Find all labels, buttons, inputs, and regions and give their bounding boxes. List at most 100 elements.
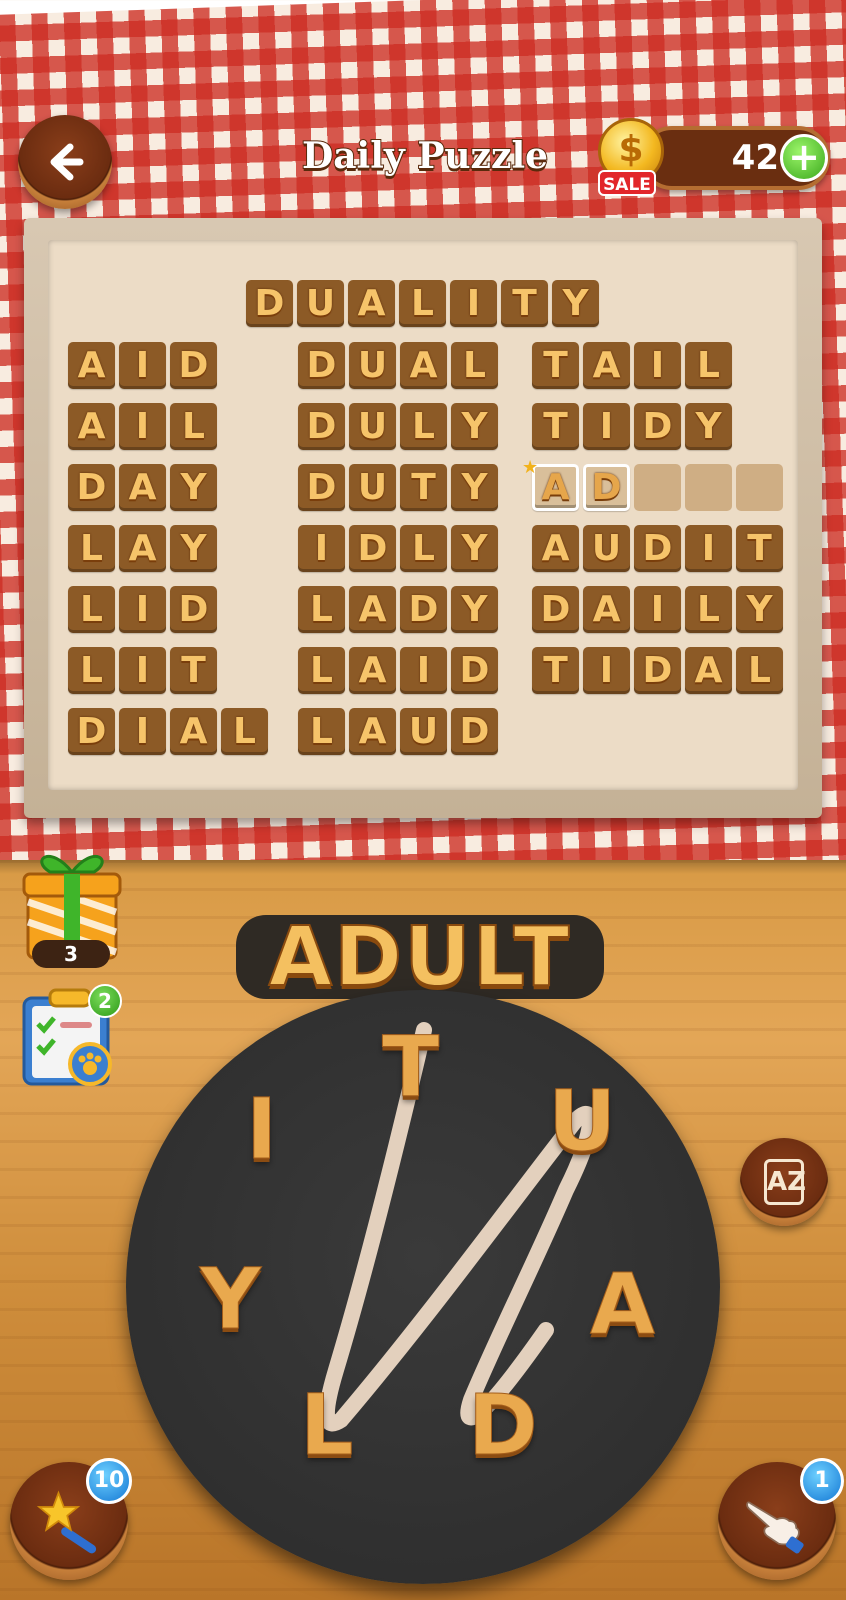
letter-tile: D [634,647,681,694]
wheel-letter-d[interactable]: D [468,1376,539,1475]
letter-tile: I [583,647,630,694]
coin-balance[interactable]: 42 + [640,126,830,190]
letter-tile: A [119,464,166,511]
letter-tile: A [349,708,396,755]
coin-count: 42 [731,138,779,178]
letter-tile: A [68,342,115,389]
letter-tile: I [119,647,166,694]
letter-tile: A [583,586,630,633]
empty-letter-tile [634,464,681,511]
letter-tile: A [170,708,217,755]
letter-tile: D [298,464,345,511]
word-slot-lay: LAY [68,525,217,572]
letter-tile: L [736,647,783,694]
letter-tile: L [400,403,447,450]
letter-tile: L [298,708,345,755]
word-slot-day: DAY [68,464,217,511]
page-title: Daily Puzzle [301,134,549,178]
arrow-left-icon [50,143,84,181]
sale-badge[interactable]: SALE [598,170,656,196]
wheel-letter-a[interactable]: A [589,1255,655,1354]
word-slot-tidy: TIDY [532,403,732,450]
wheel-letter-y[interactable]: Y [200,1250,262,1349]
letter-tile: U [349,464,396,511]
word-slot-duty: DUTY [298,464,498,511]
letter-tile: T [532,647,579,694]
wheel-letter-t[interactable]: T [381,1018,439,1117]
shuffle-button[interactable]: AZ [740,1138,828,1226]
letter-tile: I [119,586,166,633]
letter-tile: A [583,342,630,389]
letter-tile: T [400,464,447,511]
wheel-letter-l[interactable]: L [300,1376,355,1475]
letter-tile: Y [451,525,498,572]
letter-tile: L [221,708,268,755]
letter-tile: D [400,586,447,633]
letter-tile: I [119,403,166,450]
word-slot-aid: AID [68,342,217,389]
letter-tile: D [68,708,115,755]
word-slot-duality: DUALITY [246,280,599,327]
letter-tile: I [634,342,681,389]
letter-tile: A [348,280,395,327]
letter-tile: T [532,342,579,389]
letter-tile: Y [552,280,599,327]
letter-tile: D [170,342,217,389]
letter-tile: Y [170,525,217,572]
letter-tile: Y [736,586,783,633]
letter-tile: D [532,586,579,633]
letter-tile: D [451,647,498,694]
letter-tile: I [450,280,497,327]
letter-tile: A [68,403,115,450]
empty-letter-tile [736,464,783,511]
letter-tile: L [298,586,345,633]
tasks-badge: 2 [88,984,122,1018]
word-slot-lit: LIT [68,647,217,694]
word-slot-duly: DULY [298,403,498,450]
letter-tile: I [634,586,681,633]
letter-tile: A [532,464,579,511]
empty-letter-tile [685,464,732,511]
letter-tile: A [685,647,732,694]
letter-tile: U [583,525,630,572]
letter-tile: U [297,280,344,327]
letter-tile: A [400,342,447,389]
pointing-hand-icon [746,1501,804,1554]
magic-count-badge: 10 [86,1458,132,1504]
back-button[interactable] [18,115,112,209]
letter-tile: I [685,525,732,572]
letter-tile: D [451,708,498,755]
letter-tile: I [400,647,447,694]
letter-tile: D [634,525,681,572]
word-slot-tail: TAIL [532,342,732,389]
letter-tile: I [119,708,166,755]
letter-tile: L [68,586,115,633]
add-coins-button[interactable]: + [780,134,828,182]
letter-tile: L [68,525,115,572]
letter-tile: D [583,464,630,511]
word-slot-idly: IDLY [298,525,498,572]
letter-tile: A [349,647,396,694]
word-slot-daily: DAILY [532,586,783,633]
letter-tile: D [349,525,396,572]
wheel-letter-i[interactable]: I [245,1080,277,1179]
letter-tile: L [451,342,498,389]
letter-tile: Y [451,464,498,511]
word-slot-ad: AD [532,464,783,511]
wheel-letter-u[interactable]: U [547,1072,616,1171]
word-slot-dial: DIAL [68,708,268,755]
letter-tile: D [246,280,293,327]
letter-tile: D [170,586,217,633]
letter-tile: I [119,342,166,389]
letter-tile: L [170,403,217,450]
letter-tile: L [298,647,345,694]
word-slot-lid: LID [68,586,217,633]
word-slot-laud: LAUD [298,708,498,755]
star-icon: ★ [522,457,539,478]
letter-tile: A [532,525,579,572]
letter-tile: U [349,403,396,450]
letter-tile: L [68,647,115,694]
letter-tile: T [170,647,217,694]
letter-tile: L [399,280,446,327]
letter-tile: Y [451,586,498,633]
